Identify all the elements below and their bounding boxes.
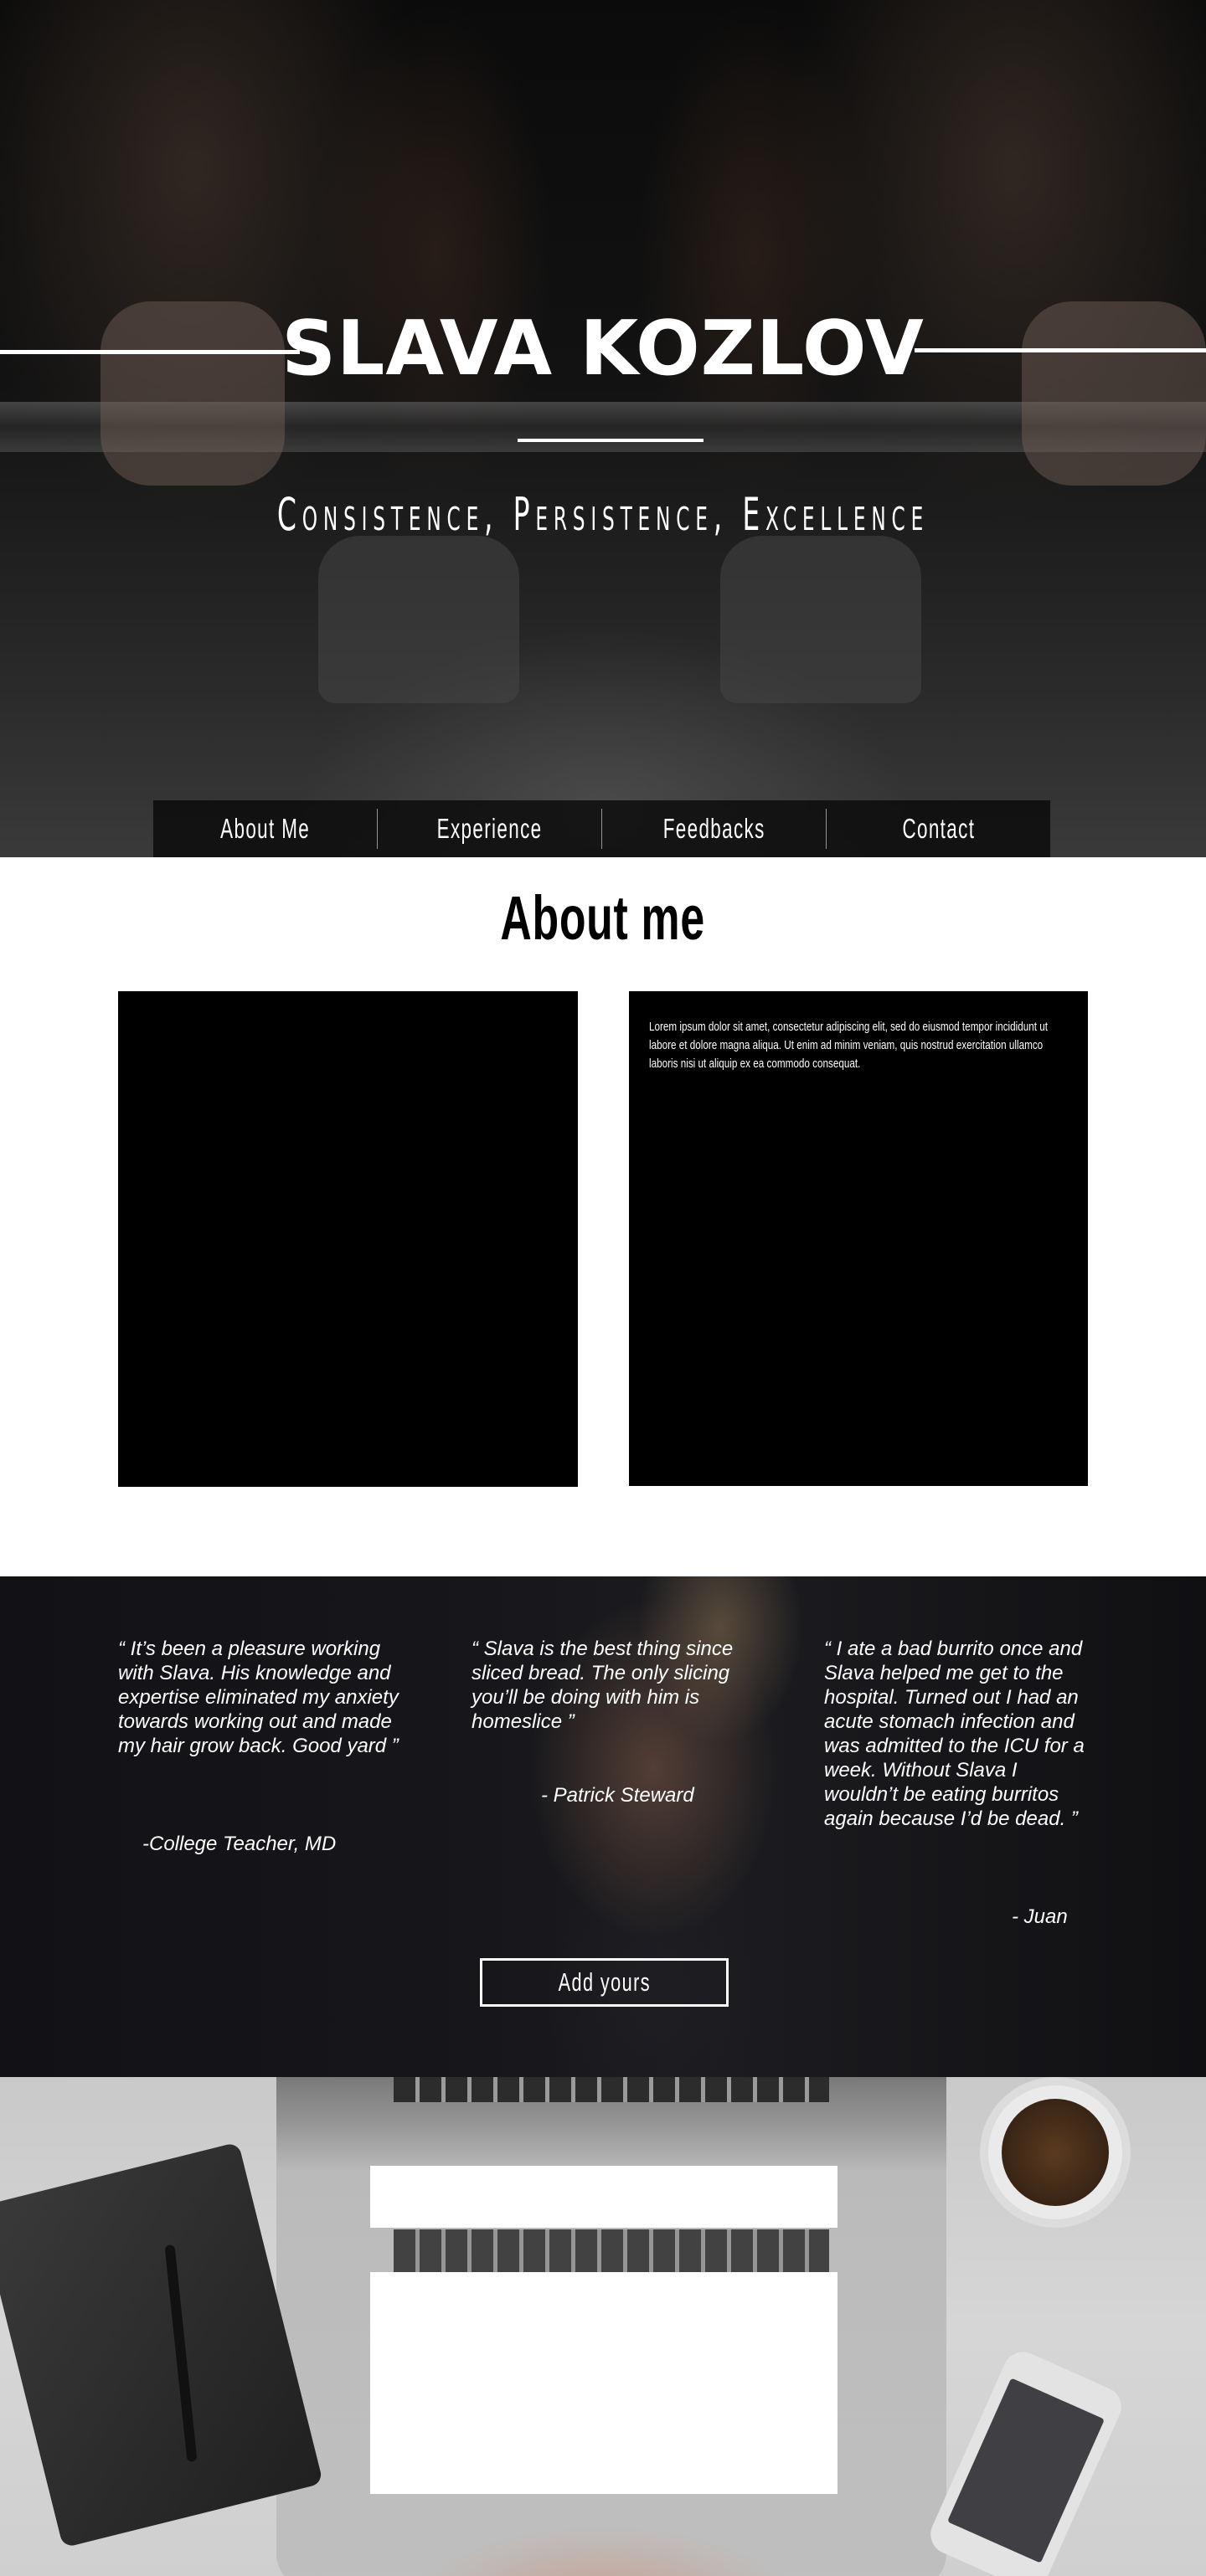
nav-item-about-me[interactable]: About Me [153, 800, 377, 857]
notebook-image [0, 2142, 324, 2548]
title-underline [518, 439, 704, 442]
testimonial-quote: “ Slava is the best thing since sliced b… [472, 1638, 734, 1733]
motto: Consistence, Persistence, Excellence [276, 488, 930, 541]
nav-item-experience[interactable]: Experience [378, 800, 601, 857]
coffee-image [1002, 2099, 1109, 2206]
main-nav: About Me Experience Feedbacks Contact [153, 800, 1050, 857]
phone-screen [947, 2378, 1105, 2563]
nav-item-feedbacks[interactable]: Feedbacks [602, 800, 826, 857]
keyboard-image [394, 2077, 829, 2102]
about-text-card: Lorem ipsum dolor sit amet, consectetur … [629, 991, 1088, 1486]
testimonial-author: - Patrick Steward [541, 1784, 694, 1807]
left-shoe-image [318, 536, 519, 703]
testimonial-author: -College Teacher, MD [142, 1833, 337, 1855]
site-title: SLAVA KOZLOV [281, 305, 925, 393]
about-text: Lorem ipsum dolor sit amet, consectetur … [649, 1020, 1049, 1071]
testimonial-quote: “ I ate a bad burrito once and Slava hel… [824, 1638, 1085, 1830]
right-shoe-image [720, 536, 921, 703]
contact-message-field[interactable] [370, 2272, 838, 2494]
about-heading: About me [500, 883, 706, 953]
add-yours-button[interactable]: Add yours [480, 1958, 729, 2007]
testimonial-author: - Juan [1012, 1905, 1068, 1928]
testimonial-quote: “ It’s been a pleasure working with Slav… [118, 1638, 399, 1757]
about-photo [118, 991, 578, 1487]
phone-image [924, 2345, 1128, 2576]
hero-section [0, 0, 1206, 857]
contact-input[interactable] [370, 2166, 838, 2228]
coffee-mug-image [980, 2077, 1131, 2228]
nav-item-contact[interactable]: Contact [827, 800, 1050, 857]
